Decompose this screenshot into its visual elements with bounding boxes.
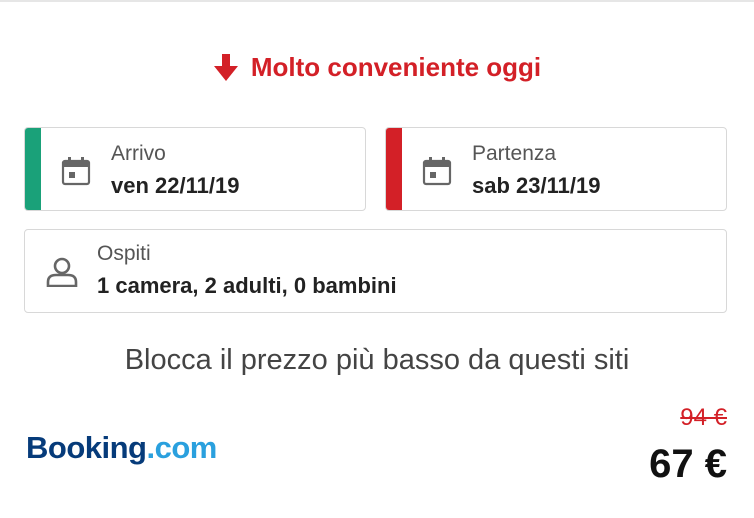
guests-value: 1 camera, 2 adulti, 0 bambini — [97, 273, 397, 298]
checkout-label: Partenza — [472, 142, 557, 165]
booking-logo[interactable]: Booking.com — [26, 430, 217, 466]
provider-name-part1: Booking — [26, 430, 147, 465]
checkin-value: ven 22/11/19 — [111, 173, 240, 198]
promo-banner: Molto conveniente oggi — [0, 52, 754, 83]
lock-price-heading: Blocca il prezzo più basso da questi sit… — [124, 344, 630, 376]
checkin-accent-bar — [25, 128, 41, 210]
checkin-label: Arrivo — [111, 142, 166, 165]
checkin-date-field[interactable]: Arrivo ven 22/11/19 — [24, 127, 366, 211]
top-divider — [0, 0, 754, 2]
provider-name-part2: .com — [146, 430, 218, 465]
arrow-down-icon — [213, 53, 238, 81]
old-price: 94 € — [680, 404, 727, 431]
checkout-date-field[interactable]: Partenza sab 23/11/19 — [385, 127, 727, 211]
person-icon — [46, 257, 78, 287]
calendar-icon — [61, 157, 91, 186]
calendar-icon — [422, 157, 452, 186]
promo-text: Molto conveniente oggi — [250, 52, 542, 82]
guests-label: Ospiti — [97, 242, 151, 265]
current-price[interactable]: 67 € — [649, 442, 727, 487]
guests-field[interactable]: Ospiti 1 camera, 2 adulti, 0 bambini — [24, 229, 727, 313]
checkout-accent-bar — [386, 128, 402, 210]
checkout-value: sab 23/11/19 — [472, 173, 601, 198]
